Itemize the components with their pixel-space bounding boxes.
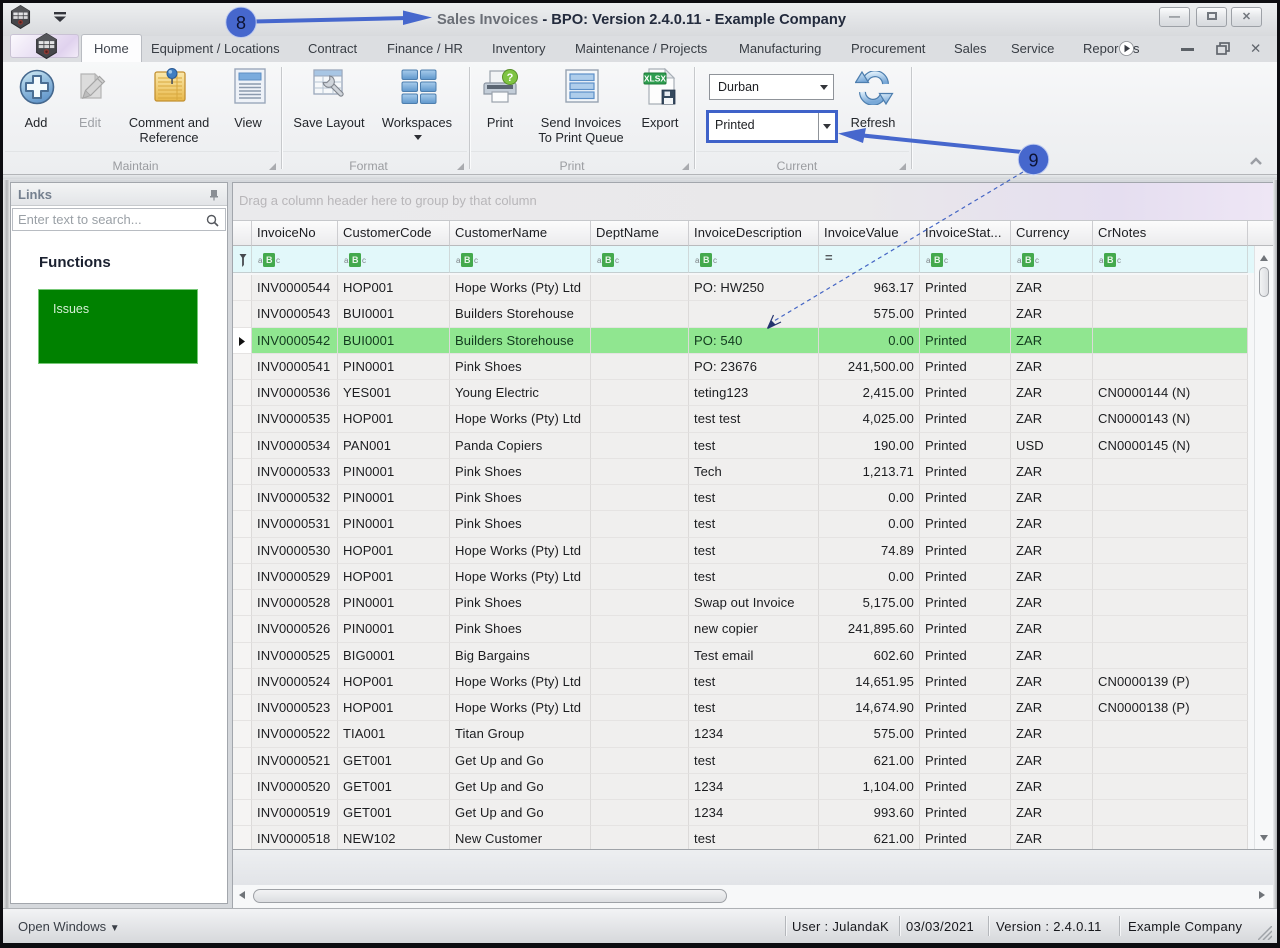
svg-text:XLSX: XLSX <box>644 74 667 84</box>
svg-text:?: ? <box>507 72 514 84</box>
